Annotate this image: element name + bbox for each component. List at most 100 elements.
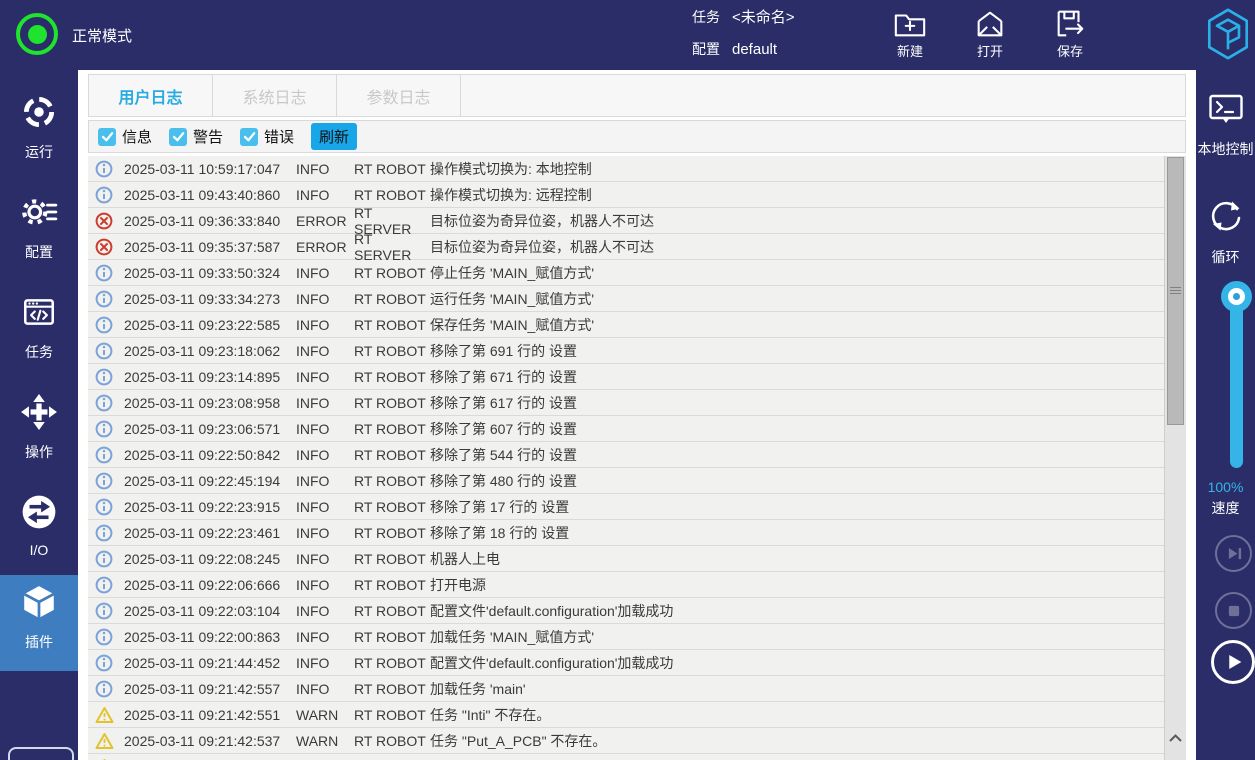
- new-button[interactable]: 新建: [880, 5, 940, 65]
- log-row[interactable]: 2025-03-11 09:36:33:840 ERROR RT SERVER …: [88, 208, 1164, 234]
- log-source: RT ROBOT: [354, 369, 430, 385]
- log-row[interactable]: 2025-03-11 09:21:42:557 INFO RT ROBOT 加载…: [88, 676, 1164, 702]
- info-icon: [95, 680, 113, 698]
- sidebar-item-run[interactable]: 运行: [0, 85, 78, 181]
- log-row[interactable]: 2025-03-11 09:22:50:842 INFO RT ROBOT 移除…: [88, 442, 1164, 468]
- log-level-text: INFO: [296, 577, 354, 593]
- tab-param-log[interactable]: 参数日志: [336, 74, 461, 117]
- sidebar-item-config[interactable]: 配置: [0, 185, 78, 281]
- loop-button[interactable]: 循环: [1196, 196, 1255, 267]
- info-icon: [95, 446, 113, 464]
- tab-system-log[interactable]: 系统日志: [212, 74, 337, 117]
- log-row[interactable]: 2025-03-11 09:21:42:537 WARN RT ROBOT 任务…: [88, 728, 1164, 754]
- stop-button[interactable]: [1215, 592, 1252, 629]
- sidebar-item-io[interactable]: I/O: [0, 485, 78, 581]
- log-row[interactable]: 2025-03-11 09:33:50:324 INFO RT ROBOT 停止…: [88, 260, 1164, 286]
- play-button[interactable]: [1211, 640, 1255, 684]
- local-control-button[interactable]: 本地控制: [1196, 92, 1255, 159]
- log-message: 移除了第 544 行的 设置: [430, 445, 1164, 465]
- log-row[interactable]: 2025-03-11 09:22:23:461 INFO RT ROBOT 移除…: [88, 520, 1164, 546]
- filter-error-label: 错误: [264, 126, 294, 147]
- log-row[interactable]: 2025-03-11 09:22:06:666 INFO RT ROBOT 打开…: [88, 572, 1164, 598]
- sidebar-item-operate[interactable]: 操作: [0, 385, 78, 481]
- checkbox-checked-icon: [169, 128, 187, 146]
- loop-icon: [1206, 196, 1246, 241]
- log-row[interactable]: 2025-03-11 09:33:34:273 INFO RT ROBOT 运行…: [88, 286, 1164, 312]
- log-level-icon: [95, 342, 115, 360]
- log-timestamp: 2025-03-11 09:43:40:860: [124, 187, 296, 203]
- scroll-up-icon[interactable]: [1168, 730, 1183, 748]
- log-row[interactable]: 2025-03-11 09:21:42:551 WARN RT ROBOT 任务…: [88, 702, 1164, 728]
- log-message: 操作模式切换为: 远程控制: [430, 185, 1164, 205]
- log-level-text: INFO: [296, 369, 354, 385]
- log-timestamp: 2025-03-11 09:35:37:587: [124, 239, 296, 255]
- open-file-icon: [973, 5, 1007, 40]
- log-row[interactable]: 2025-03-11 09:22:08:245 INFO RT ROBOT 机器…: [88, 546, 1164, 572]
- save-button[interactable]: 保存: [1040, 5, 1100, 65]
- log-level-text: INFO: [296, 629, 354, 645]
- config-label: 配置: [692, 41, 720, 57]
- checkbox-checked-icon: [98, 128, 116, 146]
- step-button[interactable]: [1215, 535, 1252, 572]
- log-row[interactable]: 2025-03-11 09:23:06:571 INFO RT ROBOT 移除…: [88, 416, 1164, 442]
- log-row[interactable]: [88, 754, 1164, 760]
- scrollbar-thumb[interactable]: [1167, 157, 1184, 425]
- io-icon: [20, 485, 58, 536]
- log-row[interactable]: 2025-03-11 09:22:00:863 INFO RT ROBOT 加载…: [88, 624, 1164, 650]
- log-row[interactable]: 2025-03-11 10:59:17:047 INFO RT ROBOT 操作…: [88, 156, 1164, 182]
- log-timestamp: 2025-03-11 09:22:00:863: [124, 629, 296, 645]
- tab-user-log[interactable]: 用户日志: [88, 74, 213, 117]
- scrollbar-track[interactable]: [1164, 156, 1186, 760]
- log-level-text: INFO: [296, 447, 354, 463]
- log-level-icon: [95, 160, 115, 178]
- filter-error-checkbox[interactable]: 错误: [240, 126, 294, 147]
- info-icon: [95, 160, 113, 178]
- refresh-button[interactable]: 刷新: [311, 123, 357, 150]
- filter-warn-checkbox[interactable]: 警告: [169, 126, 223, 147]
- bottom-corner-button[interactable]: [8, 747, 74, 760]
- log-level-icon: [95, 368, 115, 386]
- info-icon: [95, 550, 113, 568]
- warning-icon: [95, 706, 114, 724]
- log-level-icon: [95, 680, 115, 698]
- log-timestamp: 2025-03-11 09:22:23:915: [124, 499, 296, 515]
- sidebar-item-plugin[interactable]: 插件: [0, 575, 78, 671]
- filter-info-checkbox[interactable]: 信息: [98, 126, 152, 147]
- log-timestamp: 2025-03-11 09:22:23:461: [124, 525, 296, 541]
- speed-value: 100%: [1196, 479, 1255, 495]
- log-level-icon: [95, 524, 115, 542]
- log-source: RT ROBOT: [354, 447, 430, 463]
- log-row[interactable]: 2025-03-11 09:23:18:062 INFO RT ROBOT 移除…: [88, 338, 1164, 364]
- sidebar-item-label: 任务: [25, 342, 53, 362]
- error-icon: [95, 212, 113, 230]
- mode-status-icon: [16, 13, 58, 55]
- open-button[interactable]: 打开: [960, 5, 1020, 65]
- topbar-actions: 新建 打开 保存: [880, 5, 1100, 65]
- speed-slider-handle[interactable]: [1221, 281, 1252, 312]
- log-timestamp: 2025-03-11 09:21:42:551: [124, 707, 296, 723]
- log-row[interactable]: 2025-03-11 09:43:40:860 INFO RT ROBOT 操作…: [88, 182, 1164, 208]
- scrollbar-grip-icon: [1170, 287, 1181, 296]
- log-row[interactable]: 2025-03-11 09:23:22:585 INFO RT ROBOT 保存…: [88, 312, 1164, 338]
- log-row[interactable]: 2025-03-11 09:35:37:587 ERROR RT SERVER …: [88, 234, 1164, 260]
- log-row[interactable]: 2025-03-11 09:21:44:452 INFO RT ROBOT 配置…: [88, 650, 1164, 676]
- sidebar-item-label: 运行: [25, 142, 53, 162]
- log-level-text: INFO: [296, 343, 354, 359]
- log-row[interactable]: 2025-03-11 09:23:14:895 INFO RT ROBOT 移除…: [88, 364, 1164, 390]
- filter-info-label: 信息: [122, 126, 152, 147]
- log-timestamp: 2025-03-11 09:22:06:666: [124, 577, 296, 593]
- run-icon: [20, 85, 58, 136]
- log-row[interactable]: 2025-03-11 09:23:08:958 INFO RT ROBOT 移除…: [88, 390, 1164, 416]
- log-timestamp: 2025-03-11 09:22:03:104: [124, 603, 296, 619]
- log-level-icon: [95, 576, 115, 594]
- log-row[interactable]: 2025-03-11 09:22:23:915 INFO RT ROBOT 移除…: [88, 494, 1164, 520]
- speed-slider-track[interactable]: [1230, 298, 1243, 468]
- log-row[interactable]: 2025-03-11 09:22:03:104 INFO RT ROBOT 配置…: [88, 598, 1164, 624]
- log-row[interactable]: 2025-03-11 09:22:45:194 INFO RT ROBOT 移除…: [88, 468, 1164, 494]
- error-icon: [95, 238, 113, 256]
- plugin-icon: [20, 575, 58, 626]
- log-timestamp: 2025-03-11 09:23:14:895: [124, 369, 296, 385]
- task-value: <未命名>: [732, 9, 795, 26]
- sidebar-item-task[interactable]: 任务: [0, 285, 78, 381]
- sidebar-item-label: 插件: [25, 632, 53, 652]
